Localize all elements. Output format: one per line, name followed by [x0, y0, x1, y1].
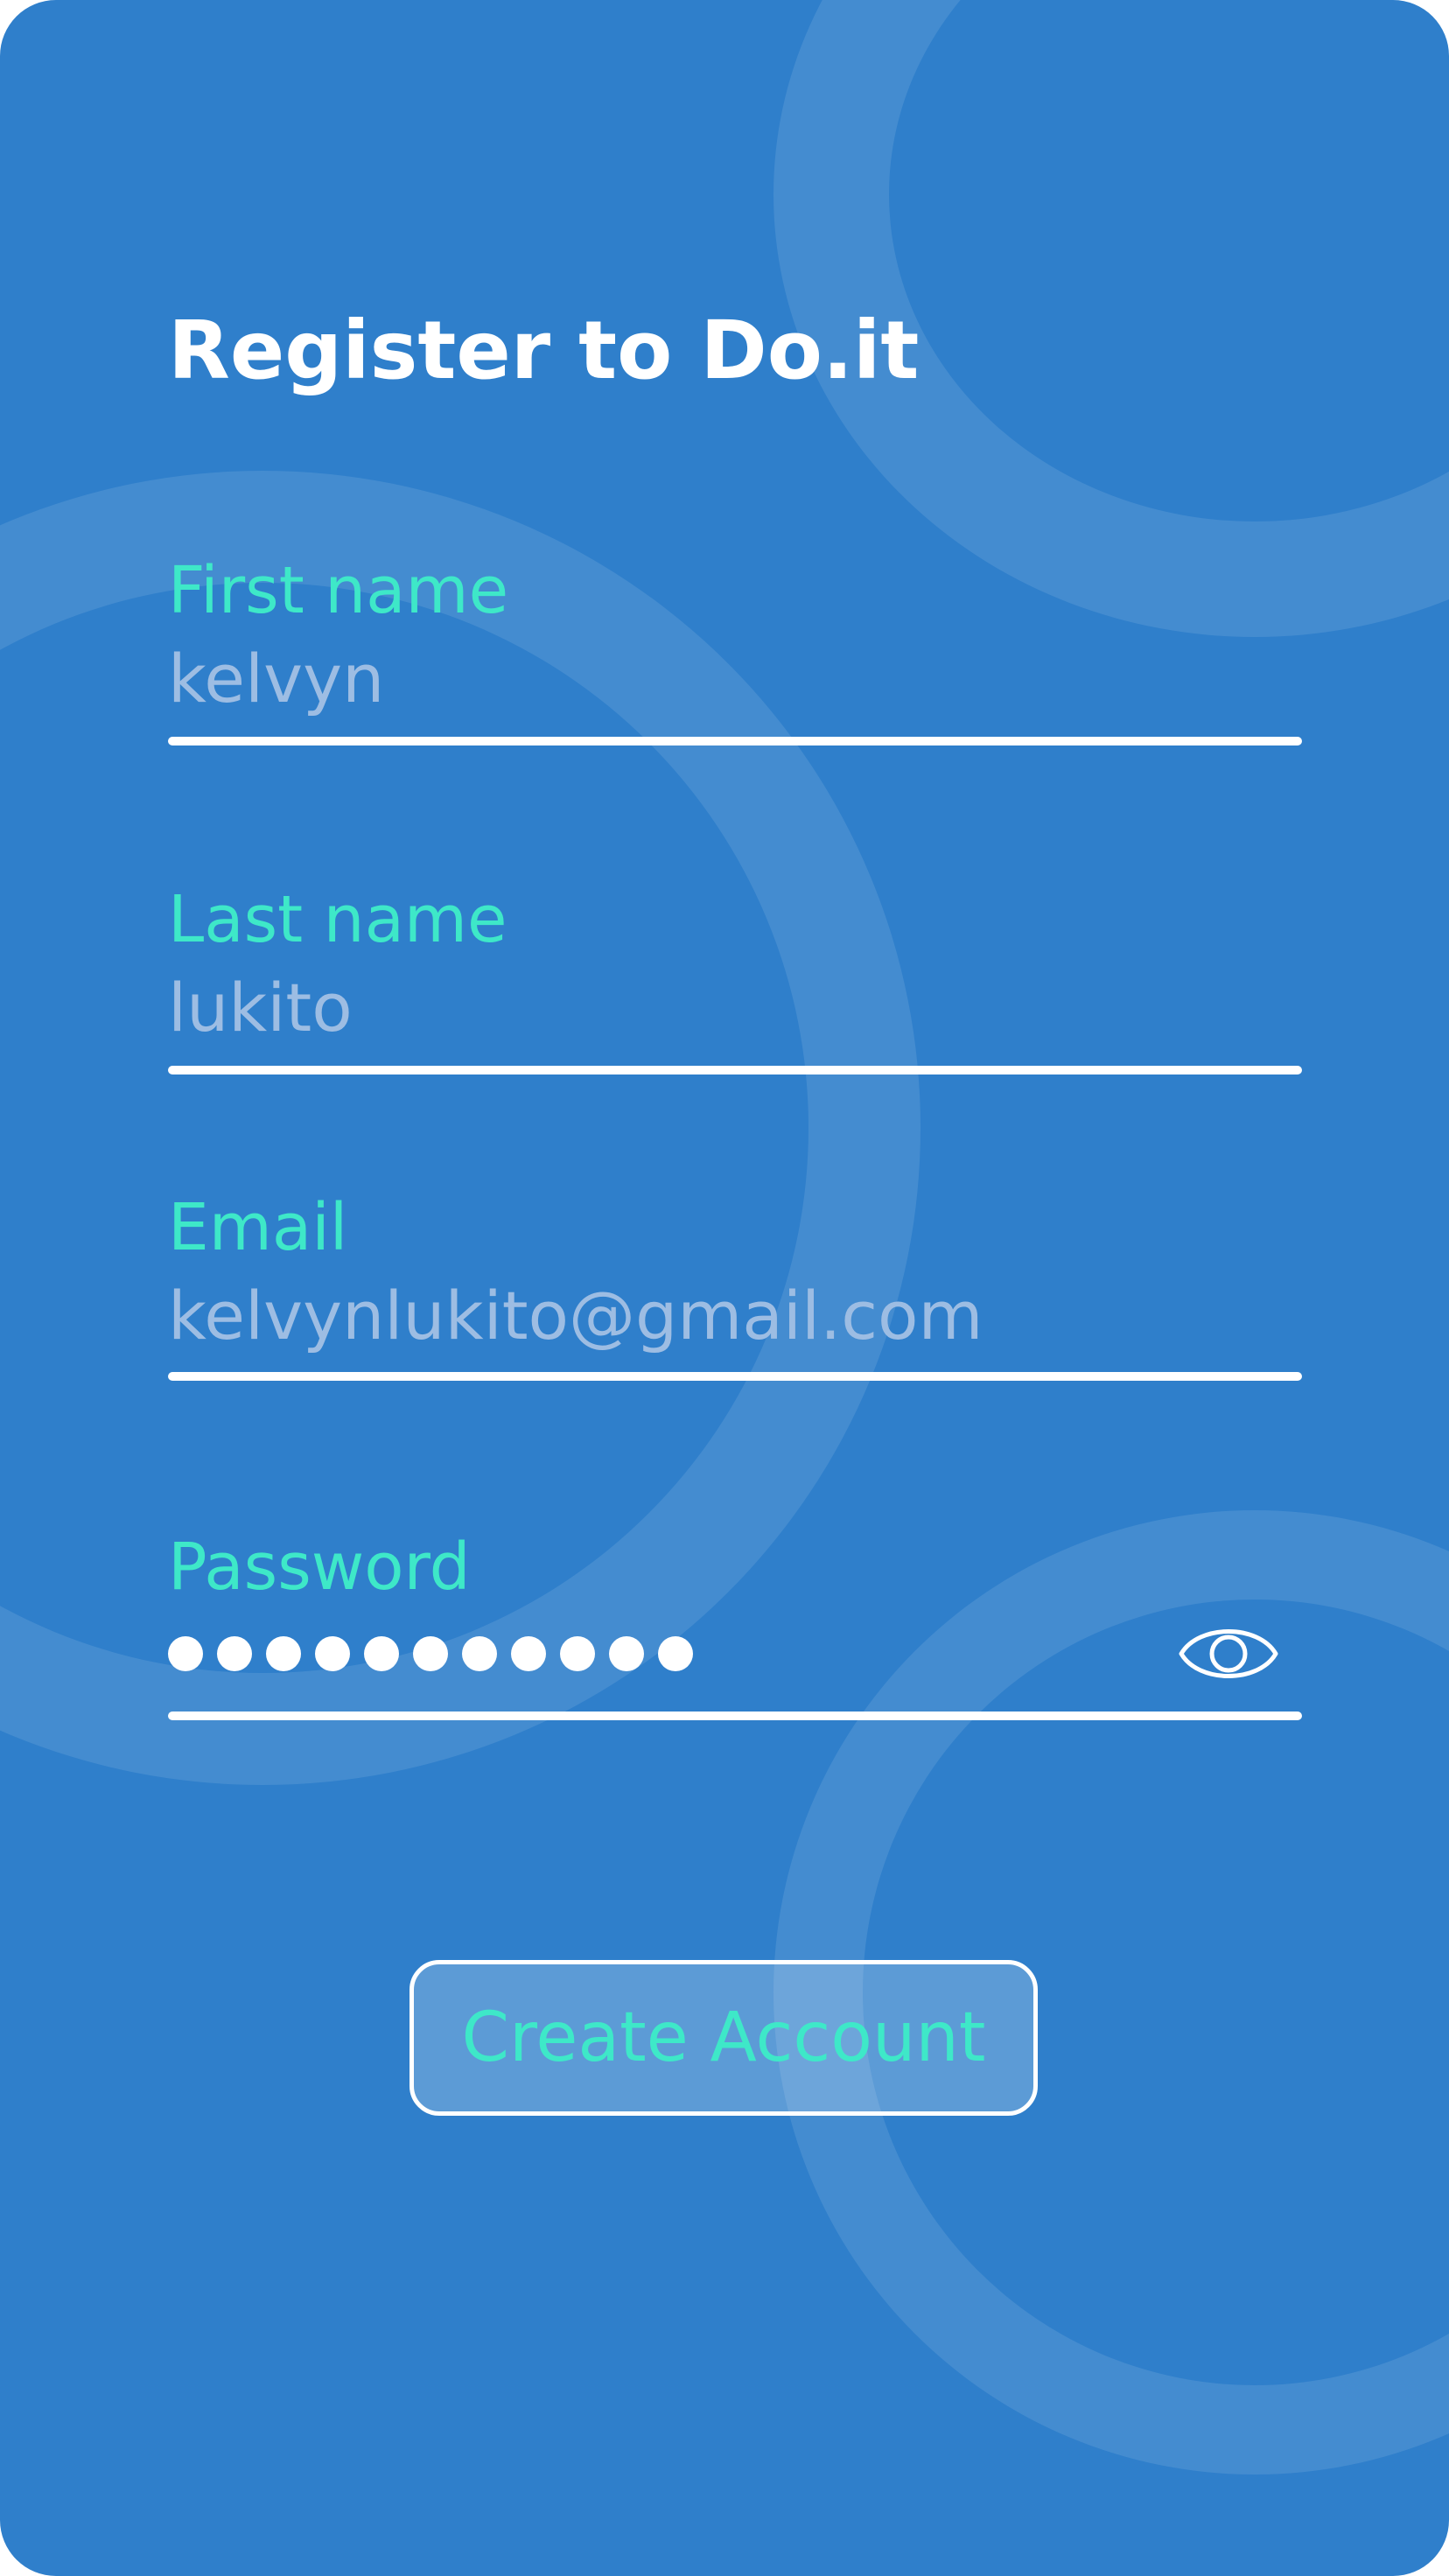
password-field[interactable]: Password — [168, 1528, 1302, 1729]
password-mask-dot — [364, 1636, 399, 1671]
email-field[interactable]: Email kelvynlukito@gmail.com — [168, 1188, 1302, 1390]
email-input[interactable]: kelvynlukito@gmail.com — [168, 1283, 984, 1349]
register-screen: Register to Do.it First name kelvyn Last… — [0, 0, 1449, 2576]
password-mask-dot — [462, 1636, 497, 1671]
password-mask-dot — [609, 1636, 644, 1671]
last-name-field[interactable]: Last name lukito — [168, 880, 1302, 1082]
last-name-input[interactable]: lukito — [168, 975, 353, 1041]
password-mask-dot — [217, 1636, 252, 1671]
last-name-underline — [168, 1066, 1302, 1074]
create-account-button[interactable]: Create Account — [410, 1960, 1038, 2116]
password-mask-dot — [315, 1636, 350, 1671]
first-name-underline — [168, 737, 1302, 746]
last-name-label: Last name — [168, 882, 508, 957]
first-name-label: First name — [168, 553, 509, 628]
email-label: Email — [168, 1190, 348, 1265]
email-underline — [168, 1372, 1302, 1381]
first-name-input[interactable]: kelvyn — [168, 646, 384, 712]
password-mask-dot — [168, 1636, 203, 1671]
password-mask-dot — [560, 1636, 595, 1671]
password-label: Password — [168, 1530, 471, 1605]
first-name-field[interactable]: First name kelvyn — [168, 551, 1302, 752]
password-mask-dot — [511, 1636, 546, 1671]
password-mask-dot — [658, 1636, 693, 1671]
eye-icon[interactable] — [1178, 1619, 1279, 1689]
page-title: Register to Do.it — [168, 304, 920, 397]
password-mask-dot — [413, 1636, 448, 1671]
password-input[interactable] — [168, 1636, 693, 1671]
password-underline — [168, 1712, 1302, 1720]
password-mask-dot — [266, 1636, 301, 1671]
